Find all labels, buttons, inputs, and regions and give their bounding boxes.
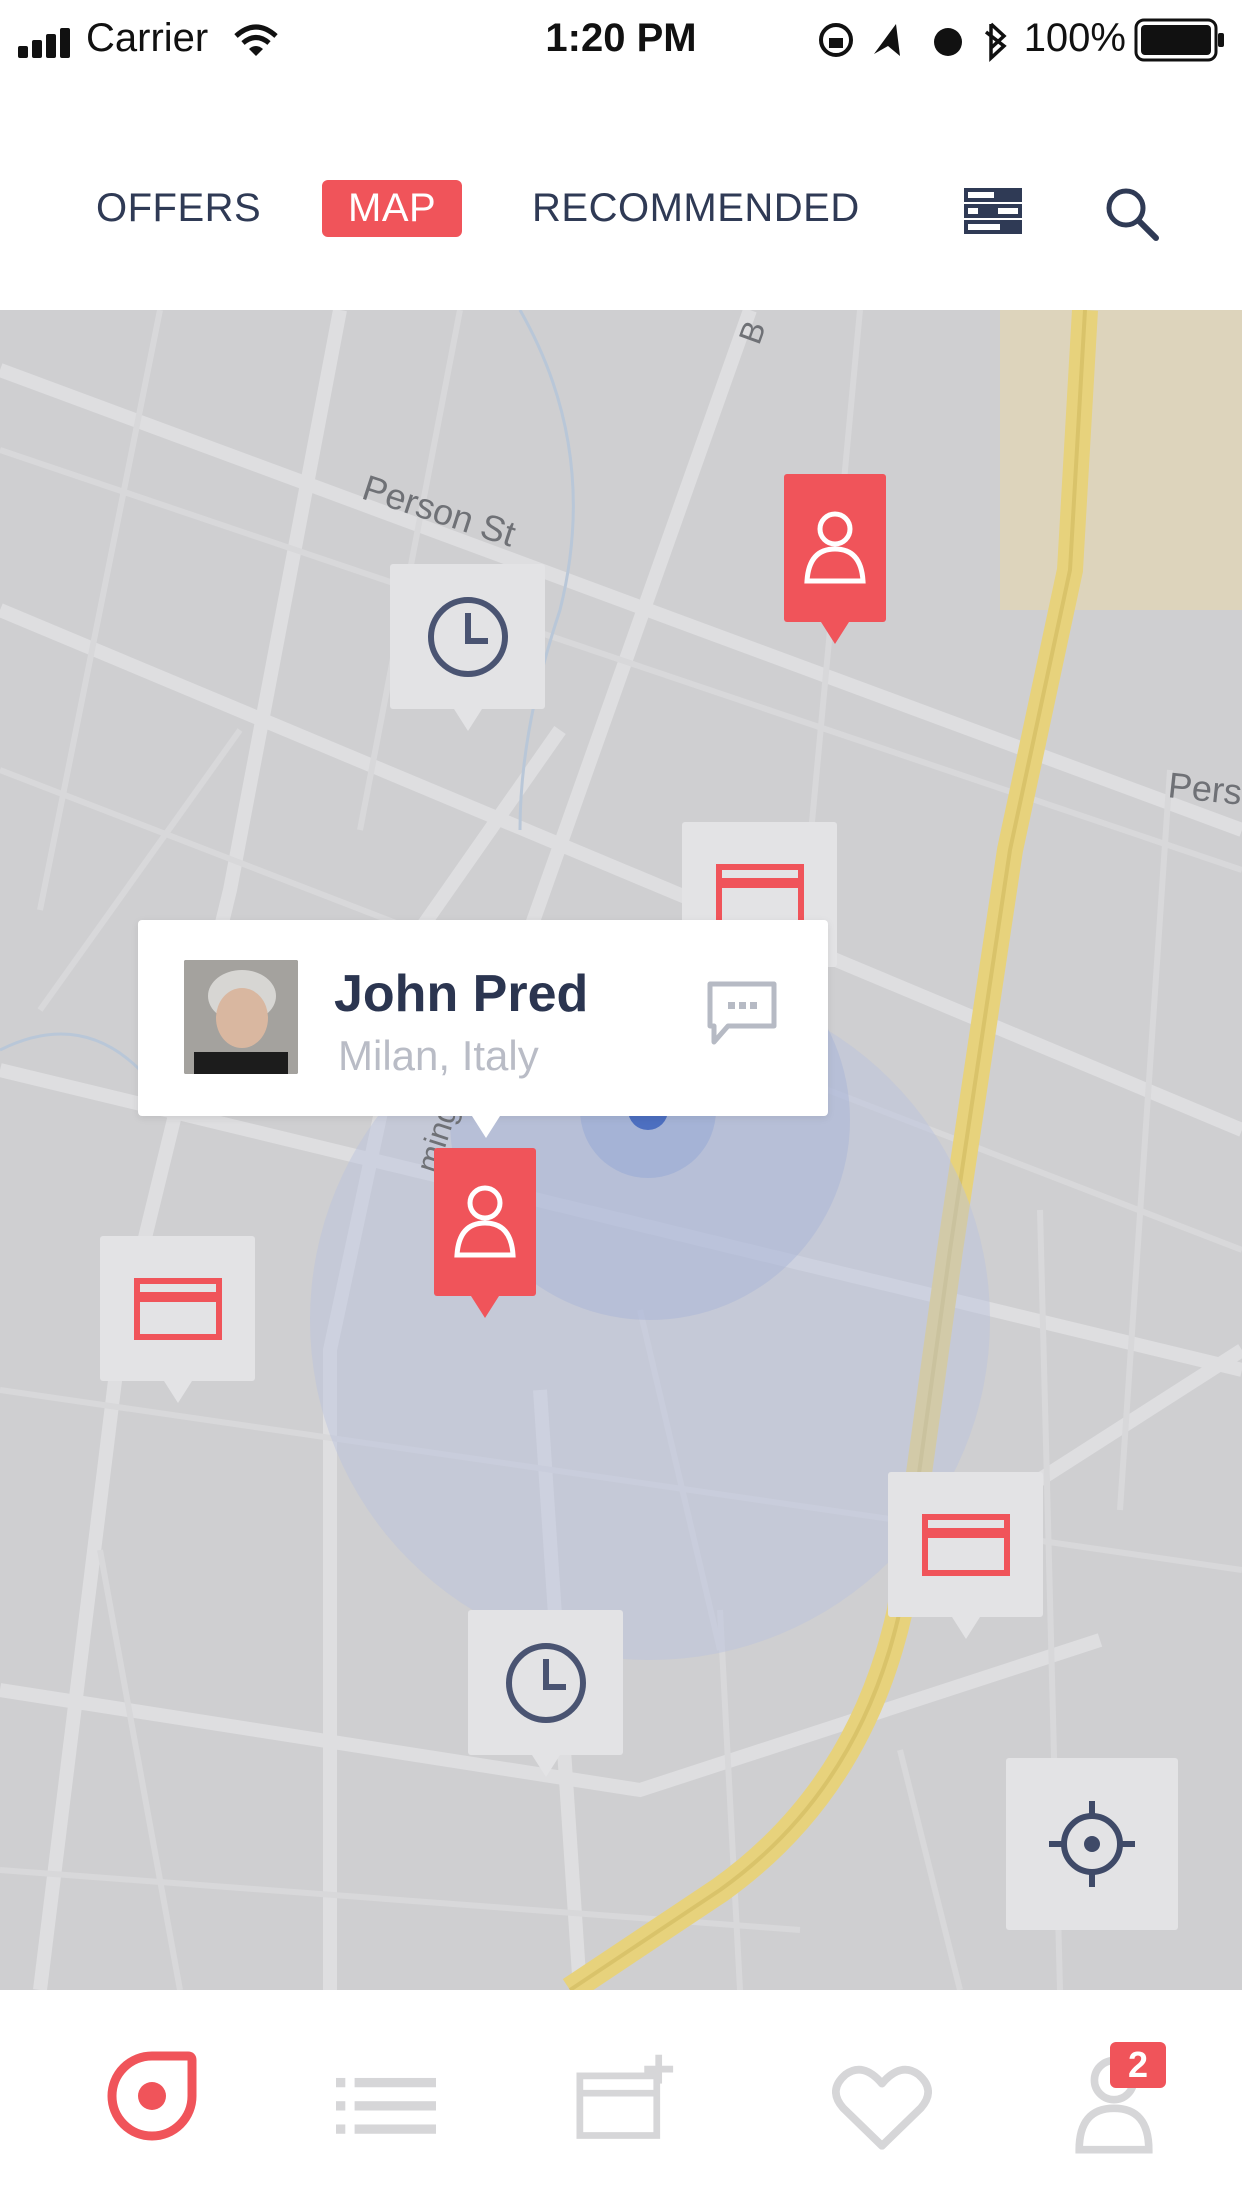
chat-bubble-icon[interactable]: [706, 980, 778, 1046]
card-pin[interactable]: [100, 1236, 255, 1403]
top-nav: OFFERS MAP RECOMMENDED: [0, 150, 1242, 280]
card-icon: [133, 1277, 222, 1340]
explore-icon[interactable]: [102, 2046, 202, 2146]
notification-badge: 2: [1110, 2042, 1167, 2088]
user-name: John Pred: [334, 965, 589, 1023]
clock-pin[interactable]: [390, 564, 545, 731]
tab-recommended[interactable]: RECOMMENDED: [532, 186, 860, 231]
battery-percent: 100%: [1023, 16, 1126, 60]
battery-icon: [1134, 18, 1224, 62]
card-icon: [715, 863, 804, 926]
card-pin[interactable]: [888, 1472, 1043, 1639]
crosshair-icon: [1049, 1801, 1135, 1887]
clock-icon: [505, 1642, 586, 1723]
person-pin[interactable]: [434, 1148, 536, 1318]
bottom-tab-bar: 2: [0, 1990, 1242, 2209]
search-icon[interactable]: [1104, 186, 1160, 242]
locate-me-button[interactable]: [1006, 1758, 1178, 1930]
sliders-icon[interactable]: [964, 188, 1022, 234]
status-bar: Carrier 1:20 PM 100%: [0, 0, 1242, 80]
tab-offers[interactable]: OFFERS: [96, 186, 261, 231]
clock-pin[interactable]: [468, 1610, 623, 1777]
avatar: [184, 960, 298, 1074]
user-location: Milan, Italy: [338, 1032, 539, 1079]
person-icon: [454, 1185, 516, 1258]
card-icon: [921, 1513, 1010, 1576]
status-indicators-icon: [819, 22, 1007, 62]
person-pin[interactable]: [784, 474, 886, 644]
list-icon[interactable]: [336, 2064, 436, 2164]
add-card-icon[interactable]: [576, 2048, 676, 2148]
map-view[interactable]: Person St mington Rd Pers B: [0, 310, 1242, 1990]
clock-icon: [427, 596, 508, 677]
tab-map[interactable]: MAP: [322, 180, 463, 237]
heart-icon[interactable]: [832, 2058, 932, 2158]
user-popup-card[interactable]: John Pred Milan, Italy: [138, 920, 828, 1138]
person-icon: [804, 511, 866, 584]
street-label: Pers: [1166, 764, 1242, 813]
